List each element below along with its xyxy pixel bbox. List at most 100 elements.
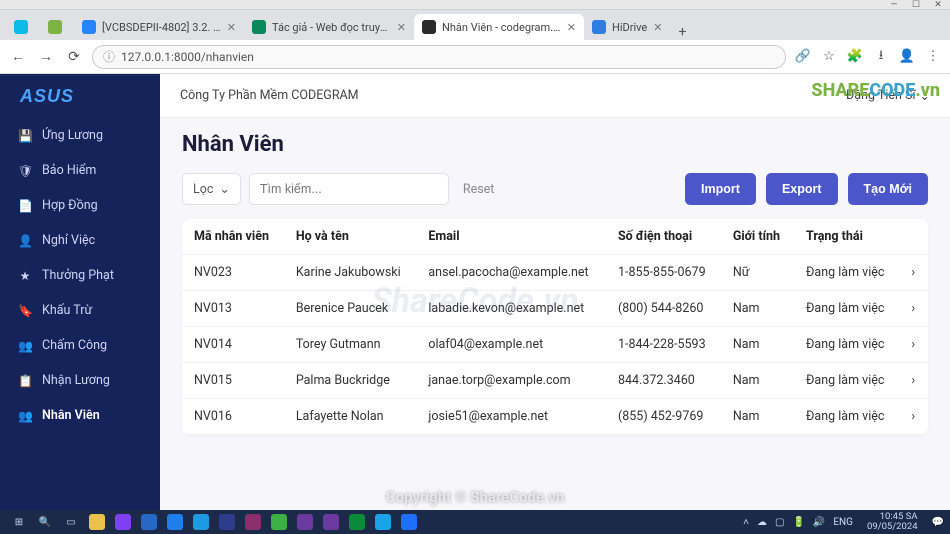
export-button[interactable]: Export	[766, 173, 838, 205]
start-button[interactable]: ⊞	[6, 510, 32, 534]
sidebar-item[interactable]: 📋 Nhận Lương	[0, 363, 160, 398]
cell-hoten: Torey Gutmann	[284, 327, 417, 363]
sidebar-item[interactable]: ★Thưởng Phạt	[0, 258, 160, 293]
sidebar-item-label: Khấu Trừ	[42, 303, 92, 318]
tray-onedrive-icon[interactable]: ☁	[757, 517, 767, 528]
back-icon[interactable]: ←	[8, 48, 28, 65]
create-button[interactable]: Tạo Mới	[848, 173, 928, 205]
browser-tab[interactable]: HiDrive✕	[584, 14, 670, 40]
taskbar-app[interactable]	[266, 510, 292, 534]
col-email[interactable]: Email	[416, 219, 606, 255]
chevron-right-icon[interactable]: ›	[899, 291, 928, 327]
table-row[interactable]: NV013Berenice Pauceklabadie.kevon@exampl…	[182, 291, 928, 327]
taskbar-app[interactable]	[214, 510, 240, 534]
taskbar-app[interactable]	[240, 510, 266, 534]
cell-gioitinh: Nam	[721, 327, 794, 363]
tray-battery-icon[interactable]: 🔋	[792, 517, 804, 528]
col-hoten[interactable]: Họ và tên	[284, 219, 417, 255]
browser-toolbar: ← → ⟳ ⓘ 127.0.0.1:8000/nhanvien 🔗 ☆ 🧩 ⭳ …	[0, 40, 950, 74]
site-info-icon[interactable]: ⓘ	[103, 48, 115, 65]
tray-screen-icon[interactable]: ▢	[775, 517, 784, 528]
col-sdt[interactable]: Số điện thoại	[606, 219, 721, 255]
reset-link[interactable]: Reset	[463, 173, 495, 205]
new-tab-button[interactable]: +	[670, 24, 694, 40]
sidebar-item[interactable]: 💾Ứng Lương	[0, 118, 160, 153]
table-row[interactable]: NV016Lafayette Nolanjosie51@example.net(…	[182, 399, 928, 435]
user-name: Đặng Tiến Sĩ	[846, 88, 916, 103]
browser-tab[interactable]: [VCBSDEPII-4802] 3.2. Xử lý gán✕	[74, 14, 244, 40]
cell-email: ansel.pacocha@example.net	[416, 255, 606, 291]
window-close-icon[interactable]: ✕	[932, 0, 944, 10]
taskbar-app[interactable]	[84, 510, 110, 534]
browser-tab[interactable]: Tác giả - Web đọc truyện✕	[244, 14, 414, 40]
sidebar-item[interactable]: 🔖 Khấu Trừ	[0, 293, 160, 328]
chevron-right-icon[interactable]: ›	[899, 399, 928, 435]
user-menu[interactable]: Đặng Tiến Sĩ ⌄	[846, 88, 930, 104]
topbar: Công Ty Phần Mềm CODEGRAM Đặng Tiến Sĩ ⌄	[160, 74, 950, 118]
sidebar-item[interactable]: 👥Chấm Công	[0, 328, 160, 363]
company-name: Công Ty Phần Mềm CODEGRAM	[180, 88, 359, 103]
link-icon[interactable]: 🔗	[794, 49, 812, 64]
import-button[interactable]: Import	[685, 173, 756, 205]
taskbar-app[interactable]	[370, 510, 396, 534]
table-row[interactable]: NV014Torey Gutmannolaf04@example.net1-84…	[182, 327, 928, 363]
col-trangthai[interactable]: Trạng thái	[794, 219, 899, 255]
col-gioitinh[interactable]: Giới tính	[721, 219, 794, 255]
reload-icon[interactable]: ⟳	[64, 49, 84, 65]
chevron-right-icon[interactable]: ›	[899, 327, 928, 363]
tray-lang[interactable]: ENG	[833, 517, 853, 528]
table-row[interactable]: NV015Palma Buckridgejanae.torp@example.c…	[182, 363, 928, 399]
sidebar-item-label: Nhận Lương	[42, 373, 110, 388]
cell-ma: NV023	[182, 255, 284, 291]
taskbar-app[interactable]	[292, 510, 318, 534]
browser-tab[interactable]	[6, 14, 40, 40]
nav-icon: 📋	[18, 374, 32, 388]
sidebar-item[interactable]: 📄Hợp Đồng	[0, 188, 160, 223]
address-bar[interactable]: ⓘ 127.0.0.1:8000/nhanvien	[92, 45, 786, 69]
close-icon[interactable]: ✕	[653, 21, 662, 34]
tray-notifications-icon[interactable]: 💬	[932, 517, 944, 528]
profile-avatar-icon[interactable]: 👤	[898, 49, 916, 64]
col-ma[interactable]: Mã nhân viên	[182, 219, 284, 255]
taskbar-app[interactable]	[396, 510, 422, 534]
tray-volume-icon[interactable]: 🔊	[813, 517, 825, 528]
filter-button[interactable]: Lọc ⌄	[182, 173, 241, 205]
nav-icon: 👥	[18, 339, 32, 353]
extensions-icon[interactable]: 🧩	[846, 49, 864, 64]
taskbar-app[interactable]	[162, 510, 188, 534]
favicon-icon	[82, 20, 96, 34]
browser-tab[interactable]: Nhân Viên - codegram.pro✕	[414, 14, 584, 40]
chevron-right-icon[interactable]: ›	[899, 363, 928, 399]
page-title: Nhân Viên	[182, 132, 928, 157]
favicon-icon	[592, 20, 606, 34]
taskbar-app[interactable]	[136, 510, 162, 534]
task-view-icon[interactable]: ▭	[58, 510, 84, 534]
nav-icon: 🔖	[18, 304, 32, 318]
table-row[interactable]: NV023Karine Jakubowskiansel.pacocha@exam…	[182, 255, 928, 291]
taskbar-app[interactable]	[110, 510, 136, 534]
tray-chevron-icon[interactable]: ˄	[743, 517, 749, 528]
search-icon[interactable]: 🔍	[32, 510, 58, 534]
sidebar-item[interactable]: 🛡Bảo Hiểm	[0, 153, 160, 188]
chevron-right-icon[interactable]: ›	[899, 255, 928, 291]
nav-icon: 👥	[18, 409, 32, 423]
tray-clock[interactable]: 10:45 SA 09/05/2024	[861, 512, 924, 532]
close-icon[interactable]: ✕	[227, 21, 236, 34]
browser-menu-icon[interactable]: ⋮	[924, 49, 942, 64]
sidebar-item[interactable]: 👤Nghỉ Việc	[0, 223, 160, 258]
window-minimize-icon[interactable]: —	[888, 0, 900, 10]
window-maximize-icon[interactable]: ☐	[910, 0, 922, 10]
close-icon[interactable]: ✕	[567, 21, 576, 34]
taskbar-app[interactable]	[188, 510, 214, 534]
browser-tab[interactable]	[40, 14, 74, 40]
cell-trangthai: Đang làm việc	[794, 291, 899, 327]
forward-icon[interactable]: →	[36, 48, 56, 65]
close-icon[interactable]: ✕	[397, 21, 406, 34]
taskbar-app[interactable]	[344, 510, 370, 534]
url-text: 127.0.0.1:8000/nhanvien	[121, 50, 254, 64]
bookmark-icon[interactable]: ☆	[820, 49, 838, 64]
taskbar-app[interactable]	[318, 510, 344, 534]
search-input[interactable]	[249, 173, 449, 205]
download-icon[interactable]: ⭳	[872, 46, 890, 68]
sidebar-item[interactable]: 👥Nhân Viên	[0, 398, 160, 433]
